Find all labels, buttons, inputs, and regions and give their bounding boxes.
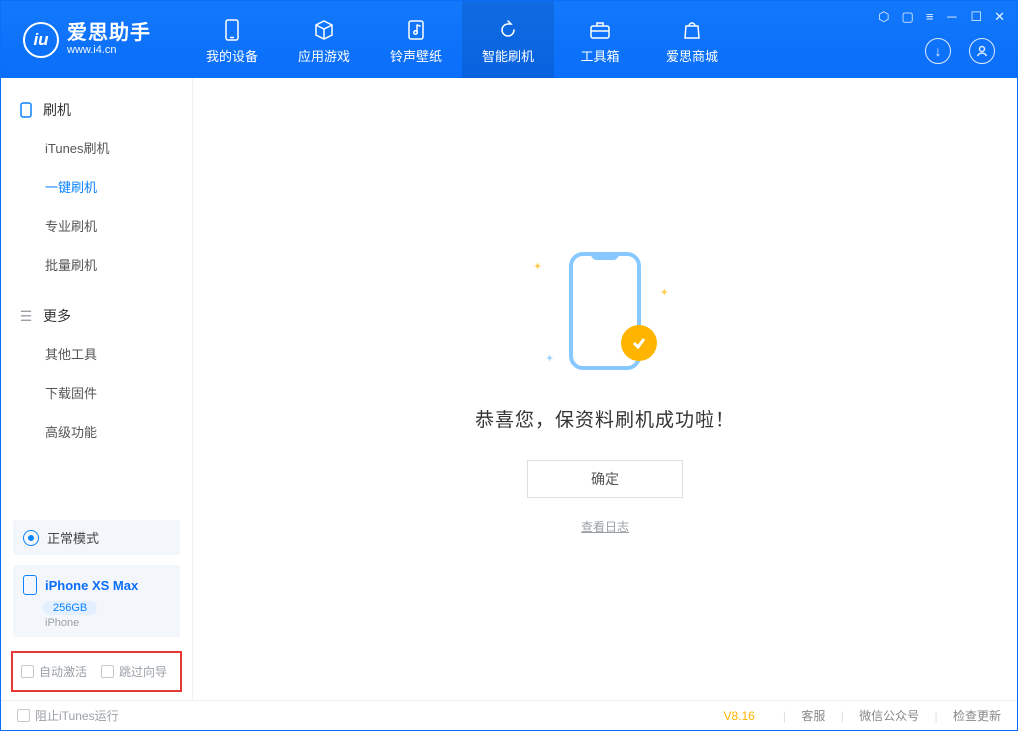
user-icon[interactable] bbox=[969, 38, 995, 64]
checkbox-icon bbox=[17, 709, 30, 722]
checkbox-icon bbox=[101, 665, 114, 678]
link-check-update[interactable]: 检查更新 bbox=[953, 709, 1001, 723]
status-bar: 阻止iTunes运行 V8.16 | 客服 | 微信公众号 | 检查更新 bbox=[1, 700, 1017, 730]
checkbox-block-itunes[interactable]: 阻止iTunes运行 bbox=[17, 707, 119, 724]
phone-icon bbox=[23, 575, 37, 595]
sidebar-item-itunes-flash[interactable]: iTunes刷机 bbox=[1, 128, 192, 167]
status-links: | 客服 | 微信公众号 | 检查更新 bbox=[771, 707, 1001, 724]
header-right-icons: ↓ bbox=[925, 38, 995, 64]
mode-label: 正常模式 bbox=[47, 528, 99, 547]
sparkle-icon: ✦ bbox=[660, 286, 669, 299]
checkbox-label: 自动激活 bbox=[39, 663, 87, 680]
option-box-highlight: 自动激活 跳过向导 bbox=[11, 651, 182, 692]
app-title: 爱思助手 bbox=[67, 22, 151, 44]
skin-icon[interactable]: ▢ bbox=[902, 9, 914, 25]
checkbox-label: 跳过向导 bbox=[119, 663, 167, 680]
sidebar-item-oneclick-flash[interactable]: 一键刷机 bbox=[1, 167, 192, 206]
tab-toolbox[interactable]: 工具箱 bbox=[554, 1, 646, 78]
tab-my-device[interactable]: 我的设备 bbox=[186, 1, 278, 78]
sidebar-item-download-firmware[interactable]: 下载固件 bbox=[1, 373, 192, 412]
cube-icon bbox=[312, 19, 336, 41]
device-type: iPhone bbox=[45, 617, 170, 629]
tab-smart-flash[interactable]: 智能刷机 bbox=[462, 1, 554, 78]
checkbox-auto-activate[interactable]: 自动激活 bbox=[21, 663, 87, 680]
mode-row[interactable]: 正常模式 bbox=[13, 520, 180, 555]
maximize-icon[interactable]: ☐ bbox=[970, 9, 982, 25]
sidebar-scroll: 刷机 iTunes刷机 一键刷机 专业刷机 批量刷机 ☰ 更多 其他工具 下载固… bbox=[1, 78, 192, 510]
group-title: 刷机 bbox=[43, 100, 71, 120]
refresh-icon bbox=[496, 19, 520, 41]
sidebar-item-advanced[interactable]: 高级功能 bbox=[1, 412, 192, 451]
checkbox-label: 阻止iTunes运行 bbox=[35, 707, 119, 724]
version-label: V8.16 bbox=[724, 709, 755, 723]
device-row[interactable]: iPhone XS Max 256GB iPhone bbox=[13, 565, 180, 637]
tab-shop[interactable]: 爱思商城 bbox=[646, 1, 738, 78]
device-panel: 正常模式 iPhone XS Max 256GB iPhone bbox=[1, 510, 192, 651]
list-icon: ☰ bbox=[19, 309, 33, 323]
tab-label: 铃声壁纸 bbox=[390, 46, 442, 65]
checkbox-skip-guide[interactable]: 跳过向导 bbox=[101, 663, 167, 680]
tab-label: 智能刷机 bbox=[482, 46, 534, 65]
menu-icon[interactable]: ≡ bbox=[926, 9, 934, 24]
sidebar-item-pro-flash[interactable]: 专业刷机 bbox=[1, 206, 192, 245]
success-illustration: ✦ ✦ ✦ bbox=[515, 244, 695, 379]
logo-text: 爱思助手 www.i4.cn bbox=[67, 22, 151, 56]
sidebar-item-other-tools[interactable]: 其他工具 bbox=[1, 334, 192, 373]
theme-icon[interactable]: ⬡ bbox=[878, 9, 889, 25]
sparkle-icon: ✦ bbox=[545, 352, 554, 365]
tab-label: 我的设备 bbox=[206, 46, 258, 65]
app-window: iu 爱思助手 www.i4.cn 我的设备 应用游戏 铃声壁纸 智能刷机 bbox=[0, 0, 1018, 731]
check-badge-icon bbox=[621, 325, 657, 361]
cycle-icon bbox=[23, 530, 39, 546]
tab-label: 爱思商城 bbox=[666, 46, 718, 65]
logo-icon: iu bbox=[23, 22, 59, 58]
tab-apps-games[interactable]: 应用游戏 bbox=[278, 1, 370, 78]
tab-label: 工具箱 bbox=[580, 46, 619, 65]
body-area: 刷机 iTunes刷机 一键刷机 专业刷机 批量刷机 ☰ 更多 其他工具 下载固… bbox=[1, 78, 1017, 700]
device-mini-icon bbox=[19, 103, 33, 117]
content-area: ✦ ✦ ✦ 恭喜您，保资料刷机成功啦！ 确定 查看日志 bbox=[193, 78, 1017, 700]
header: iu 爱思助手 www.i4.cn 我的设备 应用游戏 铃声壁纸 智能刷机 bbox=[1, 1, 1017, 78]
link-support[interactable]: 客服 bbox=[801, 709, 825, 723]
link-wechat[interactable]: 微信公众号 bbox=[859, 709, 919, 723]
note-icon bbox=[404, 19, 428, 41]
download-icon[interactable]: ↓ bbox=[925, 38, 951, 64]
device-title: iPhone XS Max bbox=[23, 575, 170, 595]
storage-badge: 256GB bbox=[43, 601, 97, 615]
tab-ringtone-wallpaper[interactable]: 铃声壁纸 bbox=[370, 1, 462, 78]
close-icon[interactable]: ✕ bbox=[994, 9, 1005, 25]
device-name: iPhone XS Max bbox=[45, 578, 138, 593]
sidebar-group-flash[interactable]: 刷机 bbox=[1, 92, 192, 128]
view-log-link[interactable]: 查看日志 bbox=[581, 518, 629, 535]
minimize-icon[interactable]: － bbox=[945, 7, 958, 26]
checkbox-icon bbox=[21, 665, 34, 678]
tab-label: 应用游戏 bbox=[298, 46, 350, 65]
device-icon bbox=[220, 19, 244, 41]
ok-button[interactable]: 确定 bbox=[527, 460, 683, 498]
success-title: 恭喜您，保资料刷机成功啦！ bbox=[475, 405, 735, 432]
window-controls: ⬡ ▢ ≡ － ☐ ✕ bbox=[878, 7, 1005, 26]
bag-icon bbox=[680, 19, 704, 41]
sidebar: 刷机 iTunes刷机 一键刷机 专业刷机 批量刷机 ☰ 更多 其他工具 下载固… bbox=[1, 78, 193, 700]
sidebar-group-more[interactable]: ☰ 更多 bbox=[1, 298, 192, 334]
logo-area[interactable]: iu 爱思助手 www.i4.cn bbox=[1, 1, 186, 78]
group-title: 更多 bbox=[43, 306, 71, 326]
app-subtitle: www.i4.cn bbox=[67, 44, 151, 56]
sparkle-icon: ✦ bbox=[533, 260, 542, 273]
nav-tabs: 我的设备 应用游戏 铃声壁纸 智能刷机 工具箱 爱思商城 bbox=[186, 1, 738, 78]
toolbox-icon bbox=[588, 19, 612, 41]
sidebar-item-batch-flash[interactable]: 批量刷机 bbox=[1, 245, 192, 284]
